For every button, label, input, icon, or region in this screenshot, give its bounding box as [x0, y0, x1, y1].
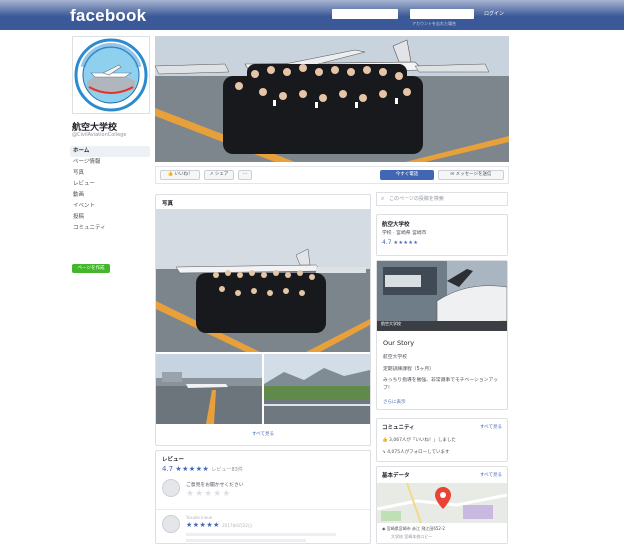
nav-item-events[interactable]: イベント	[70, 201, 150, 212]
nav-item-posts[interactable]: 投稿	[70, 212, 150, 223]
reviews-count: レビュー83件	[211, 467, 243, 473]
page-search-placeholder: このページの投稿を検索	[389, 196, 444, 202]
reviews-heading: レビュー	[162, 457, 185, 463]
photo-thumb-2[interactable]	[264, 354, 370, 424]
our-story-card: 航空大学校 Our Story 航空大学校 定期訓練課程（5ヶ月） みっちり指導…	[376, 260, 508, 410]
nav-item-videos[interactable]: 動画	[70, 190, 150, 201]
password-field[interactable]	[410, 9, 474, 19]
left-nav: ホーム ページ情報 写真 レビュー 動画 イベント 投稿 コミュニティ	[70, 146, 150, 234]
basic-info-card: 基本データ すべて見る ◉ 宮崎県宮崎市 赤江 飛江田652-2 大学校 宮崎本…	[376, 466, 508, 544]
share-icon: ↗	[209, 172, 214, 177]
basic-info-heading: 基本データ	[382, 473, 410, 479]
community-follows-text: 4,075人がフォローしています	[387, 450, 450, 455]
community-follows: ➘ 4,075人がフォローしています	[382, 449, 449, 455]
info-card: 航空大学校 学校 · 宮崎県 宮崎市 4.7 ★★★★★	[376, 214, 508, 256]
address-line: 宮崎県宮崎市 赤江 飛江田652-2	[386, 526, 445, 531]
review-prompt: ご意見をお聞かせください	[186, 483, 244, 488]
nav-item-community[interactable]: コミュニティ	[70, 223, 150, 234]
community-see-all-link[interactable]: すべて見る	[480, 424, 502, 430]
story-photo[interactable]: 航空大学校	[377, 261, 507, 331]
send-message-label: メッセージを送信	[455, 172, 492, 177]
send-message-button[interactable]: ✉ メッセージを送信	[438, 170, 504, 180]
facebook-logo[interactable]: facebook	[70, 6, 146, 26]
reviews-card: レビュー 4.7 ★★★★★ レビュー83件 ご意見をお聞かせください ★★★★…	[155, 450, 371, 544]
reviews-rating-row: 4.7 ★★★★★ レビュー83件	[162, 465, 243, 473]
photos-card: 写真 すべて見る	[155, 194, 371, 446]
location-map[interactable]	[377, 483, 507, 523]
location-icon: ◉	[382, 526, 386, 531]
nav-item-reviews[interactable]: レビュー	[70, 179, 150, 190]
share-button[interactable]: ↗ シェア	[204, 170, 234, 180]
share-label: シェア	[214, 172, 229, 177]
reviewer-date: 2017年6月22日	[222, 523, 252, 528]
community-heading: コミュニティ	[382, 425, 415, 431]
reviews-rating: 4.7	[162, 465, 174, 473]
info-category: 学校 · 宮崎県 宮崎市	[382, 231, 427, 236]
photos-heading: 写真	[162, 201, 174, 207]
avatar	[162, 479, 180, 497]
map-image	[377, 483, 507, 523]
cover-photo[interactable]	[155, 36, 509, 162]
review-text-line-1	[186, 533, 336, 536]
reviewer-rating-row: ★★★★★ 2017年6月22日	[186, 521, 252, 529]
forgot-account-link[interactable]: アカウントを忘れた場合	[412, 21, 456, 27]
reviews-stars: ★★★★★	[175, 465, 210, 473]
create-page-button[interactable]: ページを作成	[72, 264, 110, 273]
page-handle[interactable]: @CivilAviationCollege	[72, 132, 126, 138]
facebook-page: facebook ログイン アカウントを忘れた場合 航空大学校 @CivilAv…	[0, 0, 624, 544]
story-line-1: 航空大学校	[383, 355, 407, 360]
rating-input-stars[interactable]: ★★★★★	[186, 489, 231, 499]
search-icon: ⌕	[381, 195, 385, 202]
airfield-photo-image	[156, 354, 262, 424]
nav-item-photos[interactable]: 写真	[70, 168, 150, 179]
nav-item-about[interactable]: ページ情報	[70, 157, 150, 168]
info-stars: ★★★★★	[393, 240, 419, 246]
cover-photo-image	[155, 36, 509, 162]
more-options-button[interactable]: ···	[238, 170, 252, 180]
messenger-icon: ✉	[450, 172, 455, 177]
community-likes: 👍 3,067人が「いいね！」しました	[382, 437, 456, 443]
group-photo-image	[156, 209, 370, 352]
page-search-input[interactable]: ⌕ このページの投稿を検索	[376, 192, 508, 206]
story-photo-caption: 航空大学校	[381, 321, 401, 326]
login-button[interactable]: ログイン	[484, 10, 504, 17]
address-text: ◉ 宮崎県宮崎市 赤江 飛江田652-2	[382, 526, 445, 532]
info-name: 航空大学校	[382, 222, 410, 228]
page-action-bar: 👍 いいね！ ↗ シェア ··· 今すぐ電話 ✉ メッセージを送信	[155, 166, 509, 184]
basic-info-see-all-link[interactable]: すべて見る	[480, 472, 502, 478]
follow-icon: ➘	[382, 450, 386, 455]
call-now-button[interactable]: 今すぐ電話	[380, 170, 434, 180]
thumbs-up-icon: 👍	[382, 438, 388, 443]
like-button[interactable]: 👍 いいね！	[160, 170, 200, 180]
info-rating: 4.7	[382, 239, 392, 246]
reviewer-stars: ★★★★★	[186, 521, 220, 529]
nav-item-home[interactable]: ホーム	[70, 146, 150, 157]
community-card: コミュニティ すべて見る 👍 3,067人が「いいね！」しました ➘ 4,075…	[376, 418, 508, 462]
address-sub: 大学校 宮崎本校ロビー	[391, 534, 433, 539]
reviewer-avatar[interactable]	[162, 515, 180, 533]
photo-thumb-1[interactable]	[156, 354, 262, 424]
reviewer-name[interactable]: Yusuke Inoue	[186, 515, 212, 520]
photos-see-all-link[interactable]: すべて見る	[156, 431, 370, 437]
story-title: Our Story	[383, 339, 415, 347]
info-rating-row: 4.7 ★★★★★	[382, 239, 418, 246]
story-line-3: みっちり指導を勉強、非常識事でモチベーションアップ！	[383, 378, 499, 391]
email-field[interactable]	[332, 9, 398, 19]
like-label: いいね！	[174, 172, 193, 177]
story-see-more-link[interactable]: さらに表示	[383, 399, 406, 405]
college-emblem	[74, 38, 148, 112]
runway-photo-image	[264, 354, 370, 424]
thumbs-up-icon: 👍	[167, 172, 174, 177]
divider	[156, 509, 370, 510]
profile-picture[interactable]	[72, 36, 150, 114]
community-likes-text: 3,067人が「いいね！」しました	[389, 438, 456, 443]
photo-main[interactable]	[156, 209, 370, 352]
story-line-2: 定期訓練課程（5ヶ月）	[383, 367, 435, 372]
review-text-line-2	[186, 539, 306, 542]
